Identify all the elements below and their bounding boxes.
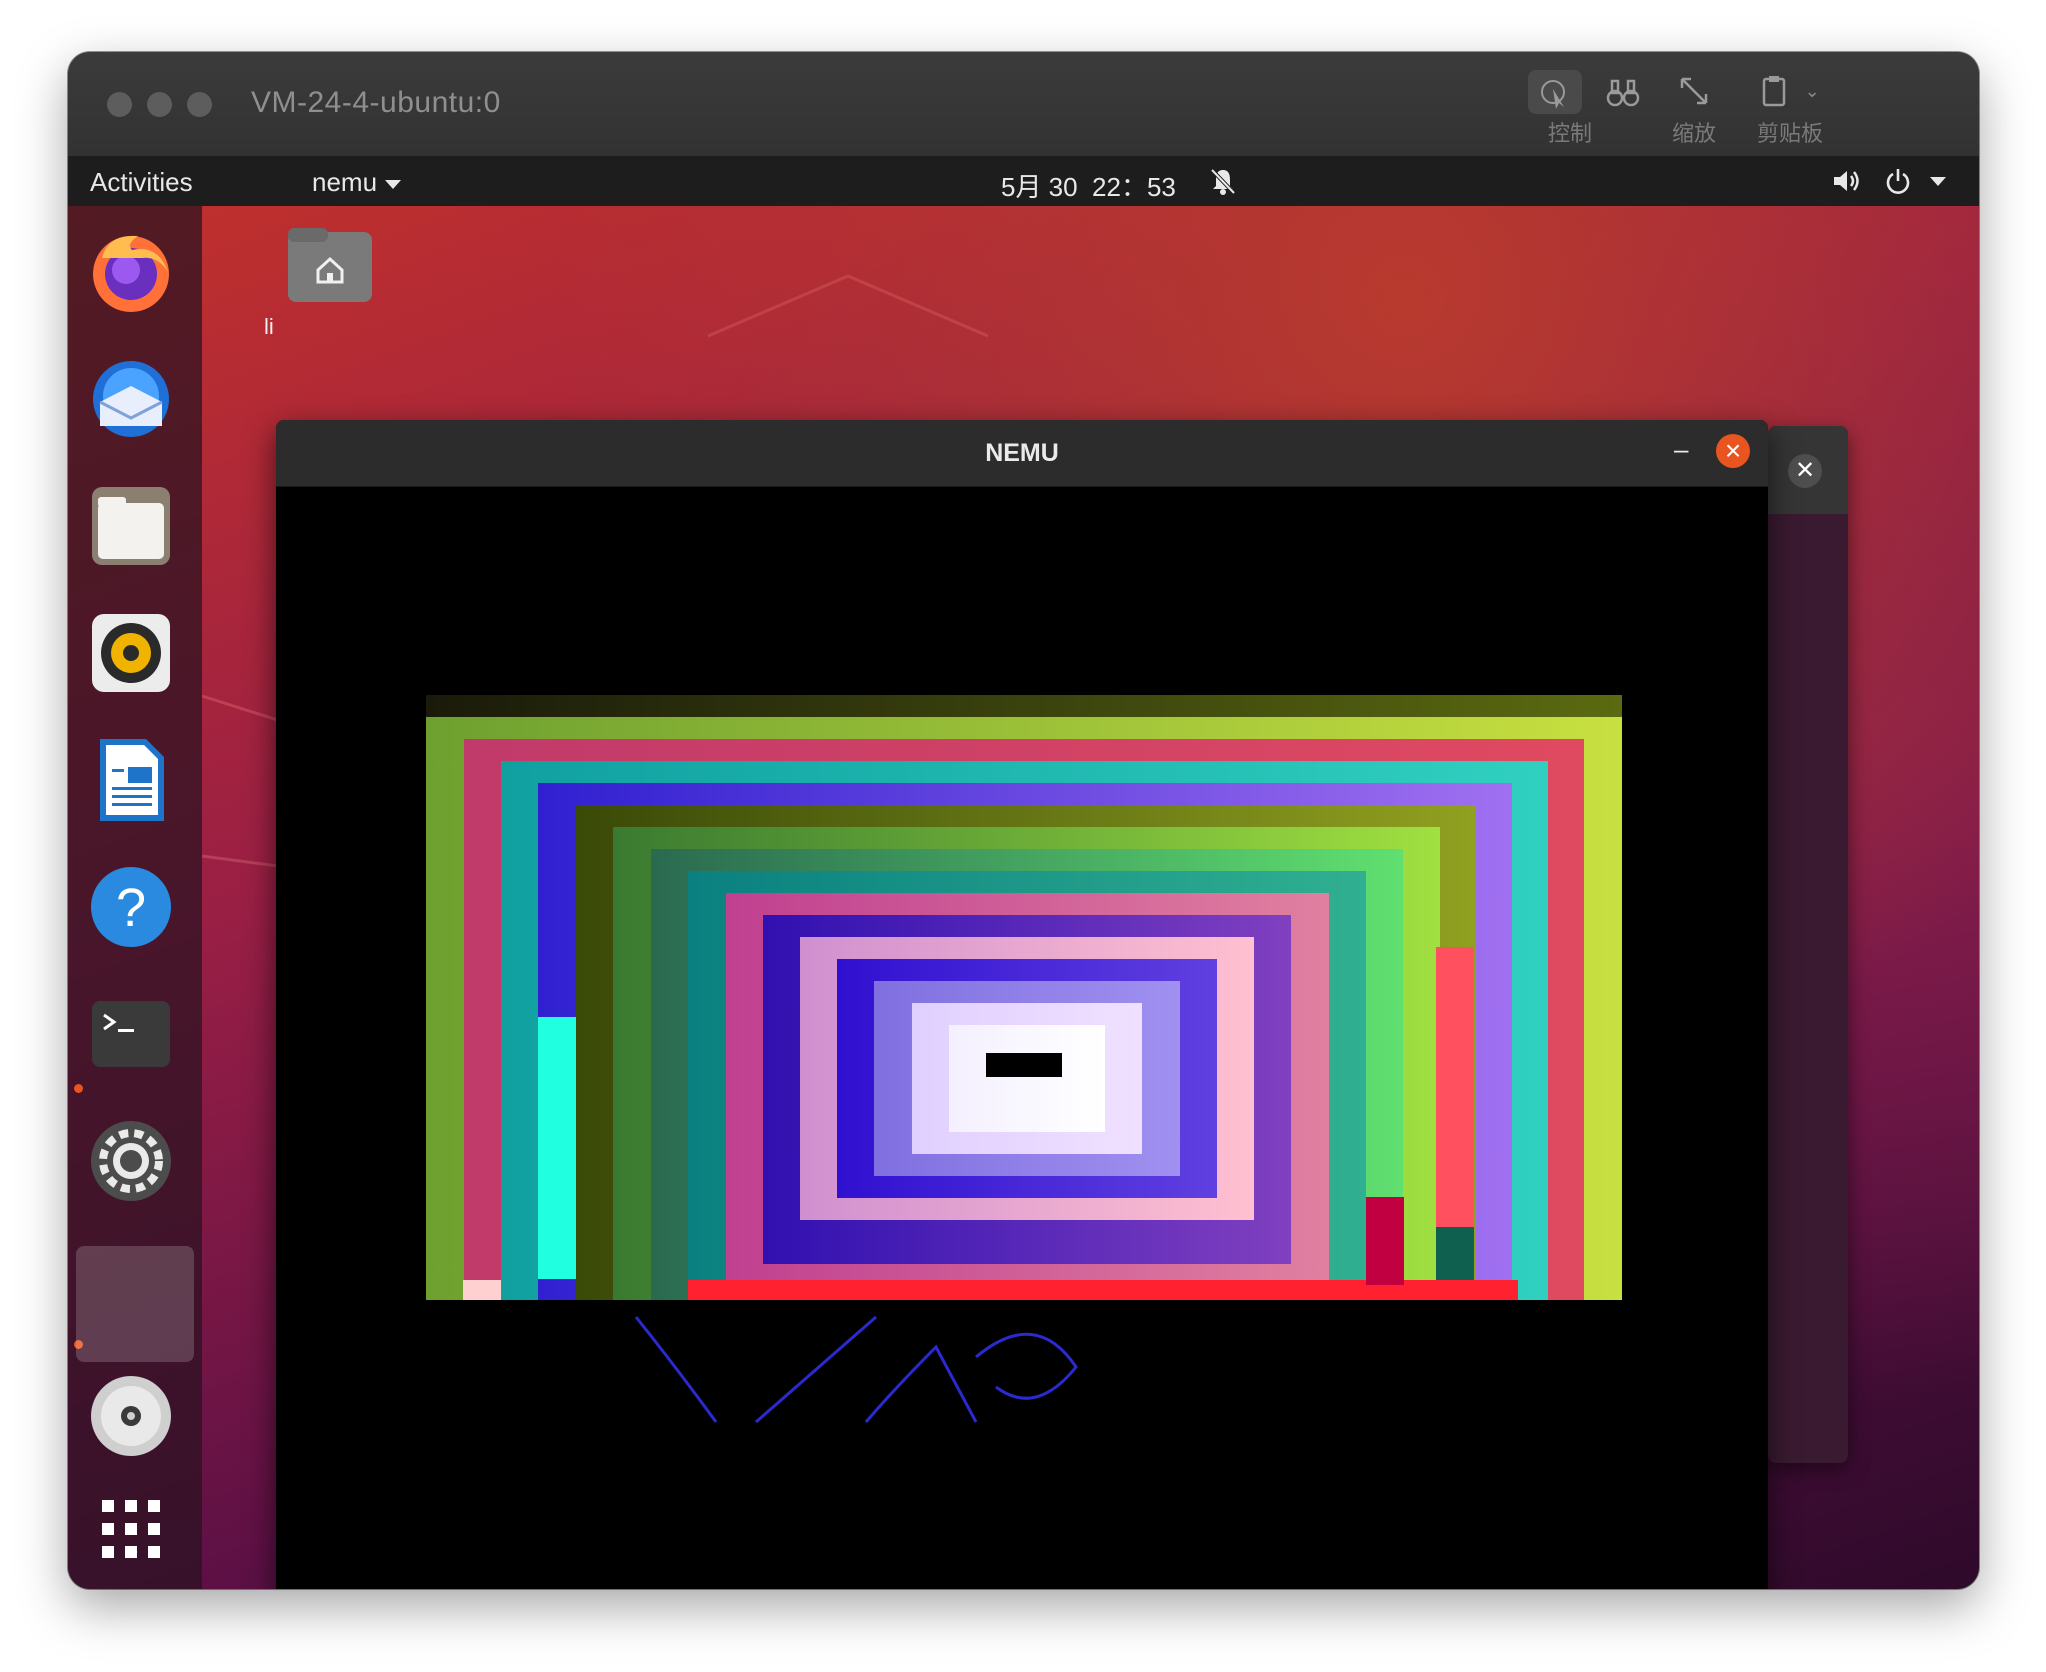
background-window-close-icon[interactable]: ✕: [1788, 454, 1822, 488]
home-folder-desktop-icon[interactable]: [286, 226, 374, 306]
nemu-minimize-button[interactable]: –: [1674, 434, 1688, 465]
clipboard-toolbar-button[interactable]: ⌄ 剪贴板: [1740, 70, 1840, 148]
clipboard-label: 剪贴板: [1756, 121, 1823, 146]
binoculars-icon: [1606, 75, 1640, 108]
ubuntu-dock: ?: [68, 206, 202, 1589]
files-icon: [92, 487, 170, 565]
libreoffice-writer-icon: [100, 739, 164, 821]
background-window[interactable]: ✕: [1768, 426, 1848, 1463]
control-toolbar-button[interactable]: 控制: [1524, 70, 1644, 148]
firefox-icon: [93, 235, 169, 312]
writer-launcher[interactable]: [88, 737, 174, 823]
thunderbird-icon: [93, 361, 169, 437]
settings-icon: [91, 1121, 171, 1201]
pointer-control-icon: [1527, 70, 1582, 114]
nemu-window: NEMU – ×: [276, 420, 1768, 1589]
rhythmbox-icon: [92, 614, 170, 692]
terminal-icon: [92, 1001, 170, 1067]
running-app-launcher[interactable]: [76, 1246, 194, 1362]
volume-icon[interactable]: [1832, 168, 1862, 201]
nemu-display-canvas: [276, 487, 1768, 1589]
help-launcher[interactable]: ?: [88, 864, 174, 950]
svg-text:?: ?: [116, 878, 146, 938]
app-menu-caret-icon: [385, 179, 402, 189]
show-applications-button[interactable]: [88, 1486, 174, 1572]
resize-arrows-icon: [1654, 70, 1734, 110]
show-apps-icon: [102, 1500, 160, 1558]
ubuntu-top-bar: Activities nemu 5月 30 22：53: [68, 156, 1979, 206]
activities-button[interactable]: Activities: [90, 167, 193, 198]
zoom-window-button[interactable]: [187, 92, 212, 117]
dvd-launcher[interactable]: [88, 1373, 174, 1459]
notifications-muted-icon[interactable]: [1208, 166, 1238, 203]
thunderbird-launcher[interactable]: [88, 356, 174, 442]
minimize-icon: –: [1674, 434, 1689, 464]
firefox-launcher[interactable]: [88, 228, 174, 314]
close-window-button[interactable]: [107, 92, 132, 117]
app-menu-label: nemu: [312, 167, 378, 197]
vnc-titlebar[interactable]: VM-24-4-ubuntu:0 控制 缩放 ⌄ 剪贴板: [68, 52, 1979, 157]
nemu-title: NEMU: [985, 439, 1059, 467]
settings-launcher[interactable]: [88, 1118, 174, 1204]
ubuntu-desktop[interactable]: Activities nemu 5月 30 22：53 li ? ✕ NEMU …: [68, 156, 1979, 1589]
chevron-down-icon: ⌄: [1804, 81, 1820, 102]
home-folder-label: li: [264, 314, 274, 339]
clipboard-icon: ⌄: [1740, 70, 1840, 110]
dvd-icon: [91, 1376, 171, 1456]
nemu-header[interactable]: NEMU – ×: [276, 420, 1768, 487]
zoom-toolbar-button[interactable]: 缩放: [1654, 70, 1734, 148]
nemu-framebuffer-image: [426, 695, 1622, 1424]
files-launcher[interactable]: [88, 483, 174, 569]
rhythmbox-launcher[interactable]: [88, 610, 174, 696]
terminal-launcher[interactable]: [88, 991, 174, 1077]
help-icon: ?: [91, 867, 171, 947]
power-icon[interactable]: [1884, 167, 1912, 202]
control-label: 控制: [1547, 121, 1592, 146]
system-menu-caret-icon[interactable]: [1930, 177, 1946, 186]
nemu-close-button[interactable]: ×: [1716, 434, 1750, 468]
vnc-window-title: VM-24-4-ubuntu:0: [251, 86, 501, 119]
background-window-header: ✕: [1768, 426, 1848, 514]
minimize-window-button[interactable]: [147, 92, 172, 117]
zoom-label: 缩放: [1671, 121, 1716, 146]
close-icon: ×: [1724, 435, 1742, 466]
clock[interactable]: 5月 30 22：53: [1001, 167, 1176, 204]
vnc-client-window: VM-24-4-ubuntu:0 控制 缩放 ⌄ 剪贴板 Activities …: [68, 52, 1979, 1589]
app-menu-button[interactable]: nemu: [312, 167, 402, 198]
